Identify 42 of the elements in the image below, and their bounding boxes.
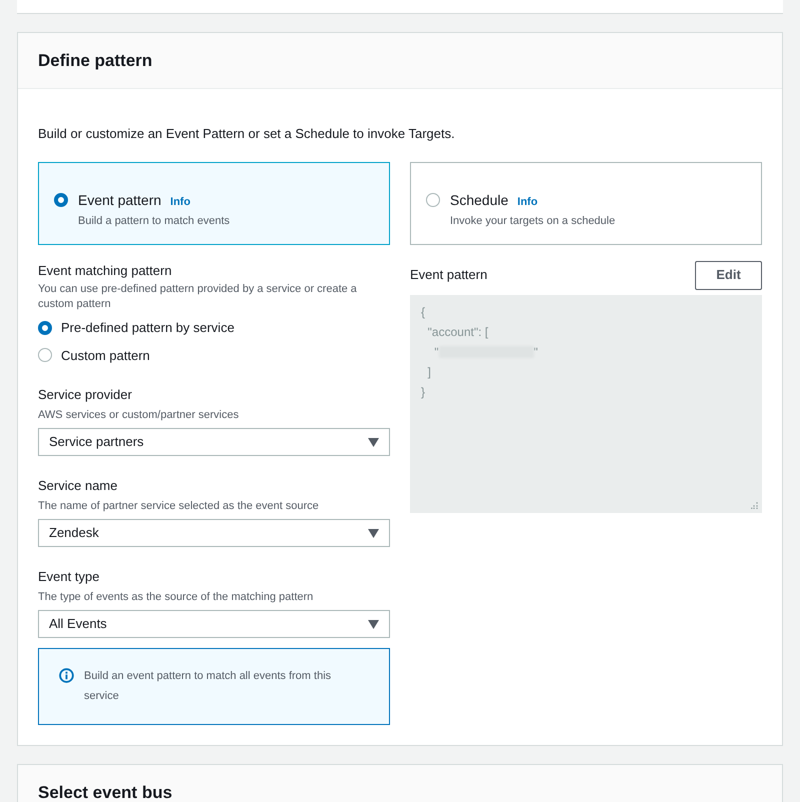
- select-field[interactable]: Service partners: [38, 428, 390, 456]
- section-title: Select event bus: [38, 782, 174, 802]
- field-label: Event type: [38, 568, 100, 586]
- resize-handle-icon[interactable]: [751, 502, 758, 508]
- code-line: {: [421, 304, 426, 320]
- code-text: ": [433, 344, 439, 360]
- select-field[interactable]: Zendesk: [38, 519, 390, 547]
- code-line: ]: [426, 364, 432, 380]
- field-description: AWS services or custom/partner services: [38, 408, 240, 422]
- caret-down-icon: [368, 438, 379, 446]
- caret-down-icon: [368, 620, 379, 628]
- alert-text: Build an event pattern to match all events from this service: [84, 669, 332, 704]
- info-icon: [59, 668, 74, 683]
- radio-label: Custom pattern: [61, 346, 150, 365]
- tile-label: Event pattern: [78, 190, 162, 210]
- section-title: Define pattern: [38, 50, 152, 72]
- field-description: You can use pre-defined pattern provided by a service or create a custom pattern: [38, 282, 358, 312]
- info-link[interactable]: Info: [517, 194, 538, 210]
- pattern-type-tile[interactable]: Schedule Info Invoke your targets on a schedule: [410, 162, 762, 244]
- tile-description: Build a pattern to match events: [78, 214, 230, 228]
- radio-label: Pre-defined pattern by service: [61, 319, 234, 337]
- edit-button[interactable]: Edit: [695, 260, 762, 290]
- radio-button[interactable]: [54, 192, 68, 206]
- field-description: The type of events as the source of the matching pattern: [38, 590, 314, 604]
- select-field[interactable]: All Events: [38, 610, 390, 638]
- caret-down-icon: [368, 528, 379, 538]
- radio-button[interactable]: [38, 348, 52, 362]
- intro-text: Build or customize an Event Pattern or set a Schedule to invoke Targets.: [38, 125, 456, 143]
- field-label: Event pattern: [410, 266, 488, 284]
- pattern-type-tile[interactable]: Event pattern Info Build a pattern to match events: [38, 162, 390, 244]
- code-line: "account": [: [426, 324, 488, 340]
- field-description: The name of partner service selected as the event source: [38, 498, 320, 514]
- radio-button[interactable]: [426, 192, 440, 206]
- code-text: ": [534, 344, 538, 360]
- field-label: Service provider: [38, 386, 133, 404]
- code-line: }: [421, 384, 426, 400]
- tile-label: Schedule: [450, 190, 508, 210]
- tile-description: Invoke your targets on a schedule: [450, 214, 616, 228]
- field-label: Service name: [38, 477, 118, 495]
- field-label: Event matching pattern: [38, 262, 173, 280]
- info-link[interactable]: Info: [170, 194, 190, 210]
- radio-button[interactable]: [38, 320, 52, 335]
